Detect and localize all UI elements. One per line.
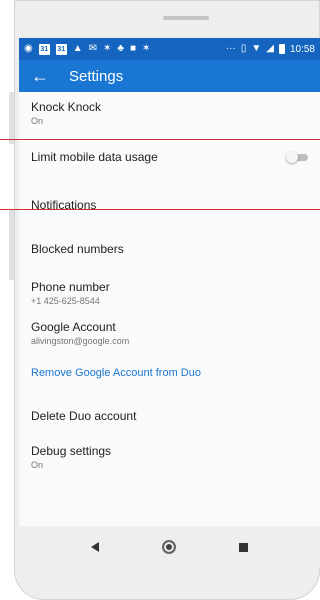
link-label: Remove Google Account from Duo bbox=[31, 367, 201, 379]
setting-label: Debug settings bbox=[31, 443, 112, 458]
setting-value: On bbox=[31, 116, 44, 126]
system-nav-bar bbox=[19, 526, 320, 568]
setting-value: alivingston@google.com bbox=[31, 335, 130, 346]
status-right-icons: ··· ▯ ▼ ◢ 10:58 bbox=[226, 44, 315, 55]
app-bar: ← Settings bbox=[19, 60, 320, 92]
setting-label: Google Account bbox=[31, 319, 116, 334]
nav-home-icon[interactable] bbox=[161, 540, 176, 554]
location-icon: ◉ bbox=[24, 43, 33, 54]
side-button-upper bbox=[9, 92, 14, 144]
guide-line-top bbox=[0, 139, 320, 140]
remove-google-account-link[interactable]: Remove Google Account from Duo bbox=[19, 352, 320, 394]
status-left-icons: ◉ 31 31 ▲ ✉ ✶ ♣ ■ ✶ bbox=[24, 43, 151, 55]
screen: ◉ 31 31 ▲ ✉ ✶ ♣ ■ ✶ ··· ▯ ▼ ◢ 10:58 ← Se… bbox=[19, 38, 320, 568]
setting-label: Limit mobile data usage bbox=[31, 149, 158, 164]
setting-label: Knock Knock bbox=[31, 100, 102, 114]
setting-phone-number[interactable]: Phone number +1 425-625-8544 bbox=[19, 272, 320, 314]
game-icon: ✶ bbox=[142, 43, 151, 54]
signal-icon: ◢ bbox=[266, 43, 274, 54]
clock: 10:58 bbox=[289, 43, 315, 55]
settings-list: Knock Knock On Limit mobile data usage N… bbox=[19, 92, 320, 476]
nav-recents-icon[interactable] bbox=[239, 542, 249, 552]
vibrate-icon: ▯ bbox=[240, 43, 247, 54]
setting-value: On bbox=[31, 459, 44, 470]
setting-notifications[interactable]: Notifications bbox=[19, 184, 320, 226]
guide-line-bottom bbox=[0, 209, 320, 210]
calendar-icon: 31 bbox=[55, 43, 67, 55]
wifi-icon: ▼ bbox=[251, 43, 262, 54]
setting-delete-account[interactable]: Delete Duo account bbox=[19, 394, 320, 438]
battery-icon bbox=[278, 44, 285, 54]
setting-label: Phone number bbox=[31, 279, 110, 294]
chat-icon: ✉ bbox=[88, 43, 98, 54]
box-icon: ■ bbox=[129, 43, 137, 54]
limit-data-toggle[interactable] bbox=[286, 151, 308, 163]
status-bar: ◉ 31 31 ▲ ✉ ✶ ♣ ■ ✶ ··· ▯ ▼ ◢ 10:58 bbox=[19, 38, 320, 60]
person-icon: ▲ bbox=[72, 43, 83, 54]
setting-label: Blocked numbers bbox=[31, 241, 124, 256]
setting-google-account[interactable]: Google Account alivingston@google.com bbox=[19, 314, 320, 352]
nav-back-icon[interactable] bbox=[90, 542, 99, 552]
toggle-thumb bbox=[286, 151, 298, 163]
setting-blocked-numbers[interactable]: Blocked numbers bbox=[19, 226, 320, 272]
page-title: Settings bbox=[69, 67, 124, 85]
setting-label: Notifications bbox=[31, 197, 97, 212]
game-icon: ✶ bbox=[103, 43, 112, 54]
speaker-grille bbox=[163, 16, 209, 20]
side-button-lower bbox=[9, 210, 14, 280]
calendar-icon: 31 bbox=[38, 43, 50, 55]
more-icon: ··· bbox=[225, 43, 236, 54]
back-arrow-icon[interactable]: ← bbox=[31, 67, 55, 85]
setting-knock-knock[interactable]: Knock Knock On bbox=[19, 92, 320, 130]
tree-icon: ♣ bbox=[117, 43, 124, 54]
setting-label: Delete Duo account bbox=[31, 408, 137, 423]
setting-value: +1 425-625-8544 bbox=[31, 295, 100, 306]
setting-debug[interactable]: Debug settings On bbox=[19, 438, 320, 476]
